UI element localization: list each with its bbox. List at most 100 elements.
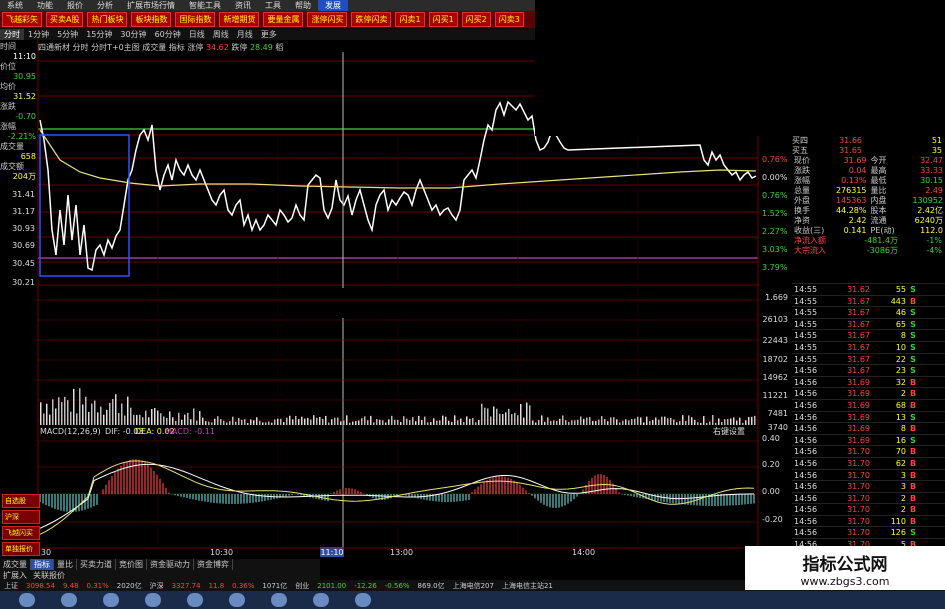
quick-button[interactable]: 买卖A股 (46, 12, 84, 27)
indicator-tab[interactable]: 竞价图 (116, 559, 147, 570)
tick-volume: 65 (895, 319, 906, 329)
quick-button[interactable]: 闪卖3 (494, 12, 524, 27)
menu-item[interactable]: 帮助 (288, 0, 318, 11)
quick-button[interactable]: 国际指数 (175, 12, 216, 27)
quick-button[interactable]: 闪买1 (428, 12, 458, 27)
period-tab[interactable]: 分时 (0, 28, 24, 40)
volume-bar (598, 419, 600, 425)
volume-bar (379, 419, 381, 425)
quick-button[interactable]: 要量金属 (263, 12, 304, 27)
volume-bar (712, 415, 714, 425)
volume-bar (190, 419, 192, 425)
taskbar-app-icon[interactable] (271, 593, 287, 607)
volume-bar (625, 419, 627, 425)
volume-bar (556, 420, 558, 425)
capital-flow-row: 净流入额 -481.4万 -1% (792, 236, 945, 246)
menu-item[interactable]: 系统 (0, 0, 30, 11)
tick-time: 14:56 (794, 447, 818, 457)
tick-price: 31.67 (847, 296, 870, 306)
indicator-tab[interactable]: 买卖力道 (77, 559, 116, 570)
menu-item[interactable]: 功能 (30, 0, 60, 11)
quote-key: 现价 (794, 156, 810, 165)
volume-bar (616, 419, 618, 425)
period-tab[interactable]: 15分钟 (82, 29, 116, 40)
quick-button[interactable]: 新增期货 (219, 12, 260, 27)
volume-bar (145, 410, 147, 425)
indicator-tab[interactable]: 量比 (54, 559, 77, 570)
indicator-tab[interactable]: 资金博弈 (194, 559, 233, 570)
quick-button[interactable]: 闪买2 (461, 12, 491, 27)
quick-button[interactable]: 闪卖1 (395, 12, 425, 27)
left-quick-button[interactable]: 飞越闪买 (2, 526, 40, 540)
volume-bar (136, 414, 138, 425)
tick-row: 14:55 31.62 55 S (792, 283, 945, 295)
volume-bar (112, 398, 114, 425)
period-tab[interactable]: 5分钟 (53, 29, 82, 40)
indicator-tab[interactable]: 指标 (31, 559, 54, 570)
quick-button[interactable]: 飞越彩矢 (2, 12, 42, 27)
menu-item[interactable]: 智能工具 (182, 0, 228, 11)
menu-item[interactable]: 扩展市场行情 (120, 0, 182, 11)
avg-label: 均价 (0, 82, 16, 91)
extra-tab[interactable]: 扩展入 (0, 570, 30, 580)
volume-bar (595, 420, 597, 425)
extra-tab[interactable]: 关联报价 (30, 570, 68, 580)
quick-button[interactable]: 跌停闪卖 (351, 12, 392, 27)
menu-item[interactable]: 分析 (90, 0, 120, 11)
quick-button[interactable]: 板块指数 (131, 12, 172, 27)
orderbook-row: 买五 31.65 35 (792, 146, 945, 156)
taskbar-app-icon[interactable] (103, 593, 119, 607)
indicator-tab-bar: 成交量 指标 量比 买卖力道 竞价图 资金驱动力 资金博弈 (0, 559, 320, 570)
quote-value: 276315 (835, 186, 867, 195)
change-label: 涨跌 (0, 102, 16, 111)
price-axis-label: 30.69 (12, 241, 35, 250)
chart-mode-labels[interactable]: 分时 分时T+0主图 成交量 指标 (73, 43, 185, 52)
period-tab[interactable]: 日线 (185, 29, 209, 40)
volume-bar (247, 422, 249, 425)
volume-bar (472, 418, 474, 425)
volume-bar (565, 420, 567, 425)
tick-side: S (910, 528, 916, 538)
price-value: 30.95 (13, 72, 36, 81)
volume-label: 成交量 (0, 142, 24, 151)
period-tab[interactable]: 1分钟 (24, 29, 53, 40)
start-icon[interactable] (19, 593, 35, 607)
tick-list[interactable]: 14:55 31.62 55 S 14:55 31.67 443 B 14:55 31.67 46 S… (792, 283, 945, 550)
left-quick-button[interactable]: 自选股 (2, 494, 40, 508)
menu-item[interactable]: 发展 (318, 0, 348, 11)
quick-button[interactable]: 热门板块 (87, 12, 128, 27)
left-quick-button[interactable]: 单独报价 (2, 542, 40, 556)
taskbar-app-icon[interactable] (313, 593, 329, 607)
period-tab[interactable]: 周线 (209, 29, 233, 40)
taskbar-app-icon[interactable] (187, 593, 203, 607)
period-tab[interactable]: 更多 (257, 29, 281, 40)
period-tab[interactable]: 60分钟 (151, 29, 185, 40)
tick-side: B (909, 482, 917, 492)
taskbar-app-icon[interactable] (61, 593, 77, 607)
menu-item[interactable]: 工具 (258, 0, 288, 11)
volume-bar (637, 416, 639, 425)
taskbar-app-icon[interactable] (229, 593, 245, 607)
tick-time: 14:55 (794, 331, 818, 341)
menu-item[interactable]: 资讯 (228, 0, 258, 11)
volume-bar (754, 415, 756, 425)
quick-button[interactable]: 涨停闪买 (307, 12, 348, 27)
quote-value: 130952 (912, 196, 943, 205)
volume-bar (634, 418, 636, 425)
taskbar-app-icon[interactable] (145, 593, 161, 607)
volume-bar (364, 416, 366, 425)
volume-bar (679, 421, 681, 425)
tick-row: 14:55 31.67 8 S (792, 329, 945, 341)
volume-bar (469, 418, 471, 425)
indicator-tab[interactable]: 成交量 (0, 559, 31, 570)
volume-bar (607, 421, 609, 425)
taskbar-app-icon[interactable] (355, 593, 371, 607)
period-tab[interactable]: 月线 (233, 29, 257, 40)
tick-volume: 62 (895, 458, 906, 468)
volume-bar (724, 419, 726, 425)
indicator-tab[interactable]: 资金驱动力 (147, 559, 194, 570)
quote-value: 32.47 (920, 156, 943, 165)
period-tab[interactable]: 30分钟 (116, 29, 150, 40)
menu-item[interactable]: 报价 (60, 0, 90, 11)
left-quick-button[interactable]: 沪深 (2, 510, 40, 524)
